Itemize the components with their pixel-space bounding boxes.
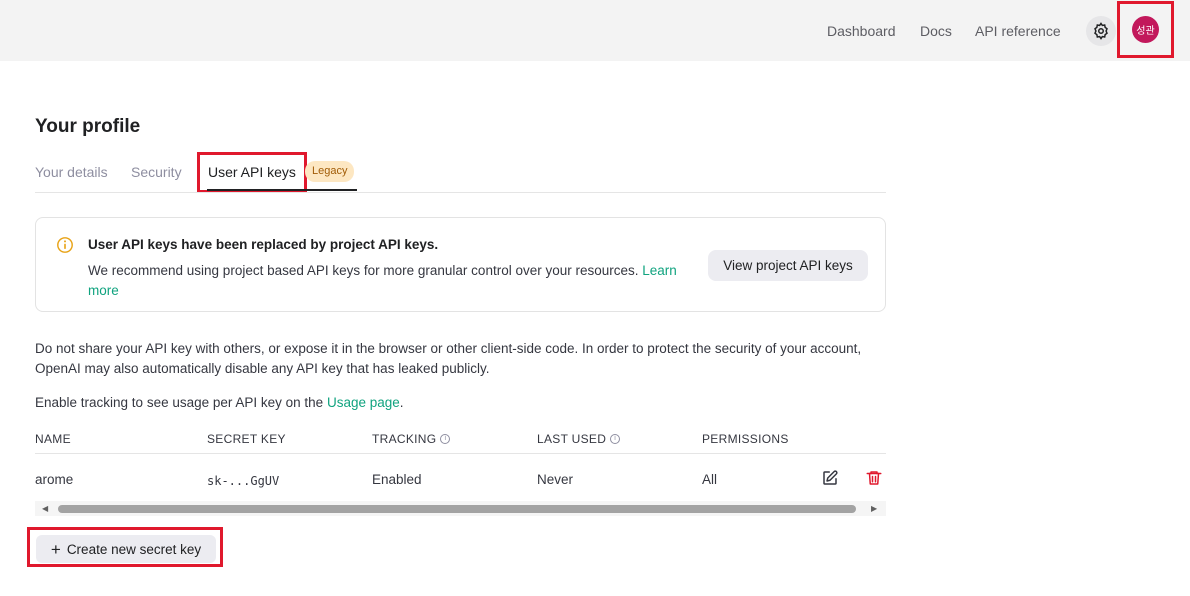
scroll-right-arrow-icon[interactable]: ▶ [871,504,877,514]
legacy-badge: Legacy [305,161,355,182]
secret-key-cell: sk-...GgUV [207,474,280,488]
column-header-tracking: TRACKING i [372,431,451,447]
tab-your-details[interactable]: Your details [35,163,108,181]
deprecation-notice: User API keys have been replaced by proj… [35,217,886,312]
info-warning-icon [57,237,73,253]
column-header-label: TRACKING [372,432,437,446]
last-used-cell: Never [537,472,574,487]
notice-body: We recommend using project based API key… [88,261,708,301]
column-header-secret-key: SECRET KEY [207,431,286,447]
usage-page-link[interactable]: Usage page [327,395,400,410]
page-title: Your profile [35,116,141,137]
column-header-permissions: PERMISSIONS [702,431,789,447]
column-header-label: NAME [35,432,71,446]
tracking-cell: Enabled [372,472,422,487]
edit-icon[interactable] [821,469,839,487]
table-header-divider [35,453,886,454]
create-button-label: Create new secret key [66,541,202,557]
api-key-warning-text: Do not share your API key with others, o… [35,341,862,376]
tab-user-api-keys[interactable]: User API keys [208,163,296,181]
tracking-info-suffix: . [399,395,404,410]
notice-body-text: We recommend using project based API key… [88,263,639,278]
info-icon[interactable]: i [610,434,621,444]
key-name-cell: arome [35,472,74,487]
active-tab-underline [207,189,357,191]
column-header-label: PERMISSIONS [702,432,789,446]
tabs-divider [35,192,886,193]
column-header-label: SECRET KEY [207,432,286,446]
tab-security[interactable]: Security [131,163,182,181]
nav-docs-link[interactable]: Docs [920,22,952,40]
gear-icon [1094,22,1108,40]
nav-api-reference-link[interactable]: API reference [975,22,1061,40]
tracking-info-text: Enable tracking to see usage per API key… [35,395,324,410]
top-navigation-bar: Dashboard Docs API reference 성관 [0,0,1190,61]
avatar[interactable]: 성관 [1132,16,1159,43]
column-header-last-used: LAST USED i [537,431,621,447]
scrollbar-thumb[interactable] [58,505,856,513]
column-header-name: NAME [35,431,71,447]
scroll-left-arrow-icon[interactable]: ◀ [42,504,48,514]
column-header-label: LAST USED [537,432,607,446]
info-icon[interactable]: i [440,434,451,444]
plus-icon: + [50,539,61,559]
avatar-highlight: 성관 [1117,1,1174,58]
notice-title: User API keys have been replaced by proj… [88,237,439,252]
settings-button[interactable] [1086,16,1116,46]
permissions-cell: All [702,472,718,487]
nav-dashboard-link[interactable]: Dashboard [827,22,896,40]
view-project-api-keys-button[interactable]: View project API keys [708,250,868,281]
tracking-info: Enable tracking to see usage per API key… [35,393,404,413]
create-new-secret-key-button[interactable]: + Create new secret key [36,535,216,563]
delete-icon[interactable] [865,469,883,487]
